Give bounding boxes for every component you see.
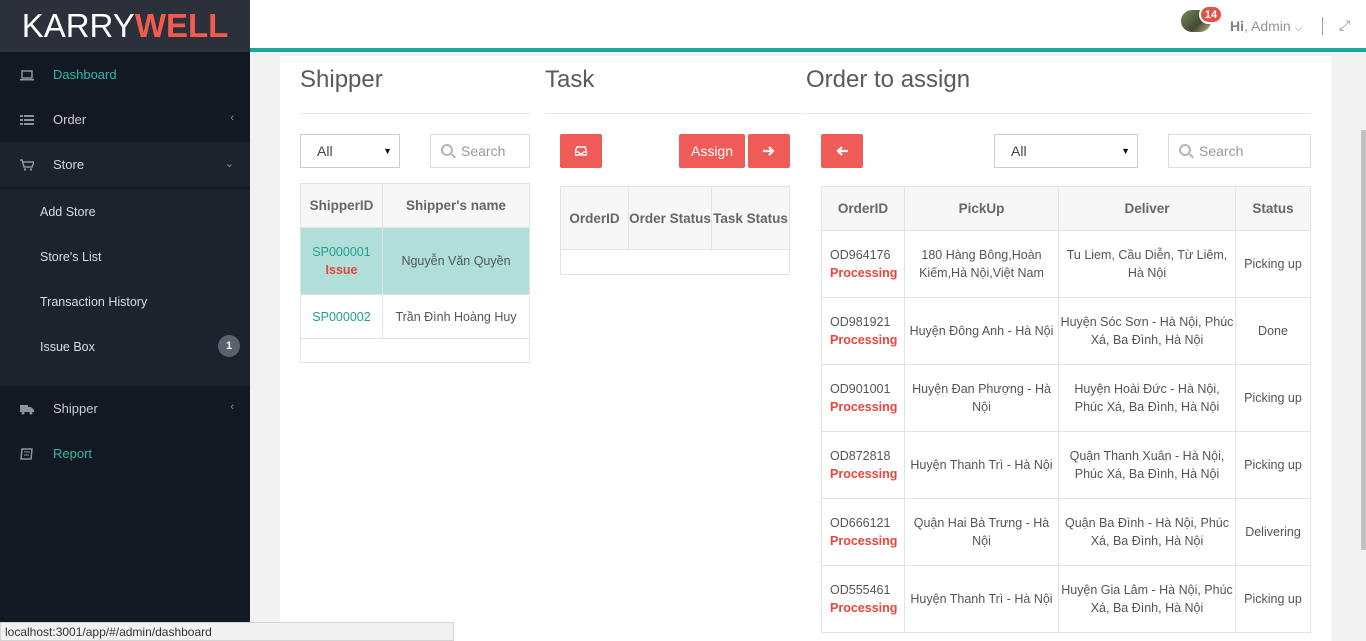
sidebar-item-add-store[interactable]: Add Store <box>0 189 250 234</box>
task-title: Task <box>545 66 595 93</box>
table-row[interactable]: SP000002 Trần Đình Hoàng Huy <box>300 294 530 339</box>
column-header[interactable]: OrderID <box>560 186 629 250</box>
table-row <box>560 249 790 275</box>
shipper-table: ShipperID Shipper's name SP000001 Issue N… <box>300 183 530 363</box>
arrow-right-icon <box>763 146 775 156</box>
divider <box>1322 17 1323 35</box>
search-icon <box>1179 144 1191 156</box>
column-header[interactable]: ShipperID <box>300 183 383 228</box>
chevron-down-icon: ⌄ <box>224 158 234 170</box>
arrow-left-button[interactable] <box>821 134 863 168</box>
shipper-title: Shipper <box>300 66 383 93</box>
inbox-button[interactable] <box>560 134 602 168</box>
table-row[interactable]: OD872818 Processing Huyện Thanh Trì - Hà … <box>821 431 1311 499</box>
sidebar-item-stores-list[interactable]: Store's List <box>0 234 250 279</box>
arrow-right-button[interactable] <box>748 134 790 168</box>
inbox-icon <box>575 146 587 156</box>
user-menu[interactable]: Hi, Admin ⌵ <box>1230 18 1302 34</box>
divider <box>300 113 530 114</box>
laptop-icon <box>20 69 34 81</box>
divider <box>806 113 1311 114</box>
sidebar-item-issue-box[interactable]: Issue Box 1 <box>0 324 250 369</box>
sidebar-item-order[interactable]: Order ‹ <box>0 97 250 142</box>
table-row[interactable]: OD666121 Processing Quận Hai Bà Trưng - H… <box>821 498 1311 566</box>
column-header[interactable]: Status <box>1235 186 1311 231</box>
search-icon <box>441 144 453 156</box>
orders-title: Order to assign <box>806 66 971 93</box>
arrow-left-icon <box>836 146 848 156</box>
column-header[interactable]: OrderID <box>821 186 905 231</box>
sidebar-item-dashboard[interactable]: Dashboard <box>0 52 250 97</box>
sidebar-item-transaction-history[interactable]: Transaction History <box>0 279 250 324</box>
assign-button[interactable]: Assign <box>679 134 745 168</box>
divider <box>545 113 805 114</box>
caret-down-icon: ▼ <box>1121 146 1130 156</box>
caret-down-icon: ▼ <box>383 146 392 156</box>
column-header[interactable]: PickUp <box>904 186 1059 231</box>
sidebar: KARRY WELL Dashboard Order ‹ Store ⌄ Add … <box>0 0 250 641</box>
scrollbar[interactable] <box>1361 130 1366 550</box>
top-bar: 14 Hi, Admin ⌵ ⤢ <box>250 0 1366 52</box>
column-header[interactable]: Shipper's name <box>382 183 530 228</box>
sidebar-item-report[interactable]: Report <box>0 431 250 476</box>
cart-icon <box>20 158 36 171</box>
issue-count-badge: 1 <box>218 335 240 357</box>
chevron-left-icon: ‹ <box>230 112 234 124</box>
column-header[interactable]: Deliver <box>1058 186 1236 231</box>
table-row[interactable]: OD981921 Processing Huyện Đông Anh - Hà N… <box>821 297 1311 365</box>
table-row[interactable]: OD901001 Processing Huyện Đan Phượng - Hà… <box>821 364 1311 432</box>
shipper-filter-select[interactable]: All ▼ <box>300 134 400 168</box>
list-icon <box>20 114 34 126</box>
brand-logo[interactable]: KARRY WELL <box>0 0 250 52</box>
table-row[interactable]: OD555461 Processing Huyện Thanh Trì - Hà … <box>821 565 1311 633</box>
store-submenu: Add Store Store's List Transaction Histo… <box>0 187 250 386</box>
order-filter-select[interactable]: All ▼ <box>994 134 1138 168</box>
order-search-input[interactable]: Search <box>1168 134 1311 168</box>
browser-status-bar: localhost:3001/app/#/admin/dashboard <box>0 622 454 641</box>
fullscreen-icon[interactable]: ⤢ <box>1339 17 1350 34</box>
table-row <box>300 338 530 363</box>
column-header[interactable]: Task Status <box>711 186 790 250</box>
notification-badge[interactable]: 14 <box>1199 5 1223 24</box>
table-row[interactable]: SP000001 Issue Nguyễn Văn Quyền <box>300 227 530 295</box>
task-table: OrderID Order Status Task Status <box>560 186 790 275</box>
orders-table: OrderID PickUp Deliver Status OD964176 Pr… <box>821 186 1311 633</box>
sidebar-item-store[interactable]: Store ⌄ <box>0 142 250 187</box>
chevron-left-icon: ‹ <box>230 401 234 413</box>
table-row[interactable]: OD964176 Processing 180 Hàng Bông,Hoàn Ki… <box>821 230 1311 298</box>
book-icon <box>20 447 34 460</box>
truck-icon <box>20 403 34 415</box>
chevron-down-icon: ⌵ <box>1294 23 1303 34</box>
shipper-search-input[interactable]: Search <box>430 134 530 168</box>
sidebar-item-shipper[interactable]: Shipper ‹ <box>0 386 250 431</box>
column-header[interactable]: Order Status <box>628 186 712 250</box>
